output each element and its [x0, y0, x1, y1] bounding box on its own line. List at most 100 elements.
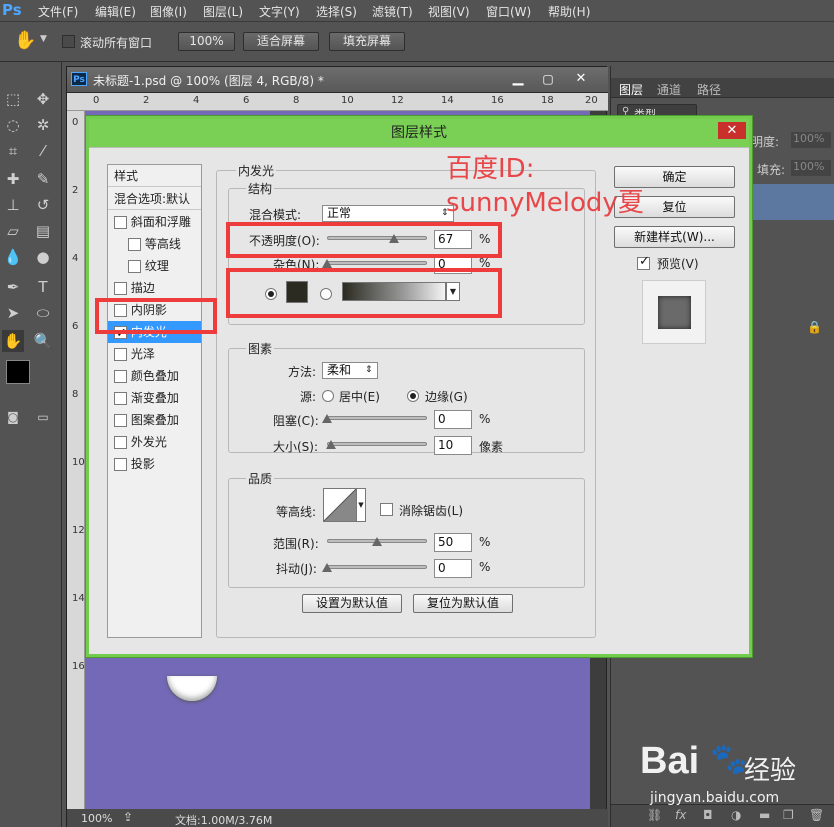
adjustment-icon[interactable]: ◑ — [731, 808, 741, 822]
blend-options-item[interactable]: 混合选项:默认 — [108, 188, 201, 210]
menu-filter[interactable]: 滤镜(T) — [372, 3, 413, 20]
opacity-field[interactable]: 100% — [791, 132, 831, 148]
noise-slider[interactable] — [327, 261, 427, 265]
jitter-slider[interactable] — [327, 565, 427, 569]
blur-tool-icon[interactable]: 💧 — [2, 246, 24, 268]
choke-slider[interactable] — [327, 416, 427, 420]
brush-tool-icon[interactable]: ✎ — [32, 168, 54, 190]
tab-layers[interactable]: 图层 — [619, 81, 643, 98]
menu-file[interactable]: 文件(F) — [38, 3, 78, 20]
menu-help[interactable]: 帮助(H) — [548, 3, 590, 20]
method-select[interactable]: 柔和 ⇕ — [322, 362, 378, 379]
move-tool-icon[interactable]: ✥ — [32, 88, 54, 110]
style-item-contour[interactable]: 等高线 — [108, 233, 201, 255]
style-checkbox[interactable] — [114, 458, 127, 471]
fit-screen-button[interactable]: 适合屏幕 — [243, 32, 319, 51]
menu-type[interactable]: 文字(Y) — [259, 3, 300, 20]
size-input[interactable]: 10 — [434, 436, 472, 455]
lasso-tool-icon[interactable]: ◌ — [2, 114, 24, 136]
maximize-icon[interactable]: ▢ — [535, 70, 561, 88]
magic-wand-icon[interactable]: ✲ — [32, 114, 54, 136]
crop-tool-icon[interactable]: ⌗ — [2, 140, 24, 162]
link-layers-icon[interactable]: ⛓ — [647, 808, 662, 822]
contour-picker[interactable] — [323, 488, 357, 522]
style-item-pattern-overlay[interactable]: 图案叠加 — [108, 409, 201, 431]
size-slider[interactable] — [327, 442, 427, 446]
menu-edit[interactable]: 编辑(E) — [95, 3, 136, 20]
folder-icon[interactable]: ▬ — [759, 808, 770, 822]
document-tab[interactable]: Ps 未标题-1.psd @ 100% (图层 4, RGB/8) * ▁ ▢ … — [67, 67, 608, 93]
marquee-tool-icon[interactable]: ⬚ — [2, 88, 24, 110]
type-tool-icon[interactable]: T — [32, 276, 54, 298]
choke-slider-thumb[interactable] — [322, 414, 332, 423]
tab-paths[interactable]: 路径 — [697, 81, 721, 98]
tool-preset-dropdown-icon[interactable]: ▼ — [40, 34, 47, 44]
menu-select[interactable]: 选择(S) — [316, 3, 357, 20]
path-select-icon[interactable]: ➤ — [2, 302, 24, 324]
style-item-color-overlay[interactable]: 颜色叠加 — [108, 365, 201, 387]
eyedropper-icon[interactable]: ⁄ — [32, 140, 54, 162]
menu-window[interactable]: 窗口(W) — [486, 3, 531, 20]
mask-icon[interactable]: ◘ — [703, 808, 713, 822]
scroll-all-checkbox[interactable] — [62, 35, 75, 48]
hand-tool-icon[interactable]: ✋ — [2, 330, 24, 352]
foreground-color-swatch[interactable] — [6, 360, 30, 384]
style-checkbox[interactable] — [128, 260, 141, 273]
style-checkbox[interactable] — [114, 414, 127, 427]
style-checkbox[interactable] — [114, 392, 127, 405]
close-document-icon[interactable]: ✕ — [565, 70, 597, 88]
status-zoom[interactable]: 100% — [81, 812, 112, 825]
style-checkbox[interactable] — [114, 370, 127, 383]
noise-slider-thumb[interactable] — [322, 259, 332, 268]
style-checkbox[interactable] — [114, 436, 127, 449]
menu-view[interactable]: 视图(V) — [428, 3, 470, 20]
style-item-bevel[interactable]: 斜面和浮雕 — [108, 211, 201, 233]
reset-default-button[interactable]: 复位为默认值 — [413, 594, 513, 613]
healing-brush-icon[interactable]: ✚ — [2, 168, 24, 190]
style-checkbox[interactable] — [114, 282, 127, 295]
source-center-radio[interactable] — [322, 390, 334, 402]
source-edge-radio[interactable] — [407, 390, 419, 402]
zoom-tool-icon[interactable]: 🔍 — [32, 330, 54, 352]
close-dialog-button[interactable]: ✕ — [718, 122, 746, 139]
new-style-button[interactable]: 新建样式(W)... — [614, 226, 735, 248]
pen-tool-icon[interactable]: ✒ — [2, 276, 24, 298]
jitter-input[interactable]: 0 — [434, 559, 472, 578]
hand-tool-icon[interactable]: ✋ — [14, 30, 36, 51]
style-list-header[interactable]: 样式 — [108, 165, 201, 187]
style-item-gradient-overlay[interactable]: 渐变叠加 — [108, 387, 201, 409]
jitter-slider-thumb[interactable] — [322, 563, 332, 572]
menu-layer[interactable]: 图层(L) — [203, 3, 243, 20]
blend-mode-select[interactable]: 正常 ⇕ — [322, 205, 454, 222]
style-checkbox[interactable] — [114, 348, 127, 361]
gradient-tool-icon[interactable]: ▤ — [32, 220, 54, 242]
share-icon[interactable]: ⇪ — [123, 810, 133, 824]
fill-field[interactable]: 100% — [791, 160, 831, 176]
dodge-tool-icon[interactable]: ● — [32, 246, 54, 268]
size-slider-thumb[interactable] — [326, 440, 336, 449]
zoom-100-button[interactable]: 100% — [178, 32, 235, 51]
style-checkbox[interactable] — [128, 238, 141, 251]
contour-dropdown-icon[interactable]: ▼ — [357, 488, 366, 522]
trash-icon[interactable]: 🗑 — [809, 808, 824, 822]
fill-screen-button[interactable]: 填充屏幕 — [329, 32, 405, 51]
range-slider-thumb[interactable] — [372, 537, 382, 546]
history-brush-icon[interactable]: ↺ — [32, 194, 54, 216]
style-item-texture[interactable]: 纹理 — [108, 255, 201, 277]
screen-mode-icon[interactable]: ▭ — [32, 406, 54, 428]
menu-image[interactable]: 图像(I) — [150, 3, 187, 20]
ellipse-tool-icon[interactable]: ⬭ — [32, 302, 54, 324]
quick-mask-icon[interactable]: ◙ — [2, 406, 24, 428]
style-item-drop-shadow[interactable]: 投影 — [108, 453, 201, 475]
style-item-stroke[interactable]: 描边 — [108, 277, 201, 299]
style-item-satin[interactable]: 光泽 — [108, 343, 201, 365]
range-input[interactable]: 50 — [434, 533, 472, 552]
style-item-outer-glow[interactable]: 外发光 — [108, 431, 201, 453]
new-layer-icon[interactable]: ❐ — [783, 808, 794, 822]
clone-stamp-icon[interactable]: ⊥ — [2, 194, 24, 216]
eraser-tool-icon[interactable]: ▱ — [2, 220, 24, 242]
preview-checkbox[interactable]: ✓ — [637, 254, 650, 270]
style-checkbox[interactable] — [114, 216, 127, 229]
make-default-button[interactable]: 设置为默认值 — [302, 594, 402, 613]
minimize-icon[interactable]: ▁ — [505, 70, 531, 88]
